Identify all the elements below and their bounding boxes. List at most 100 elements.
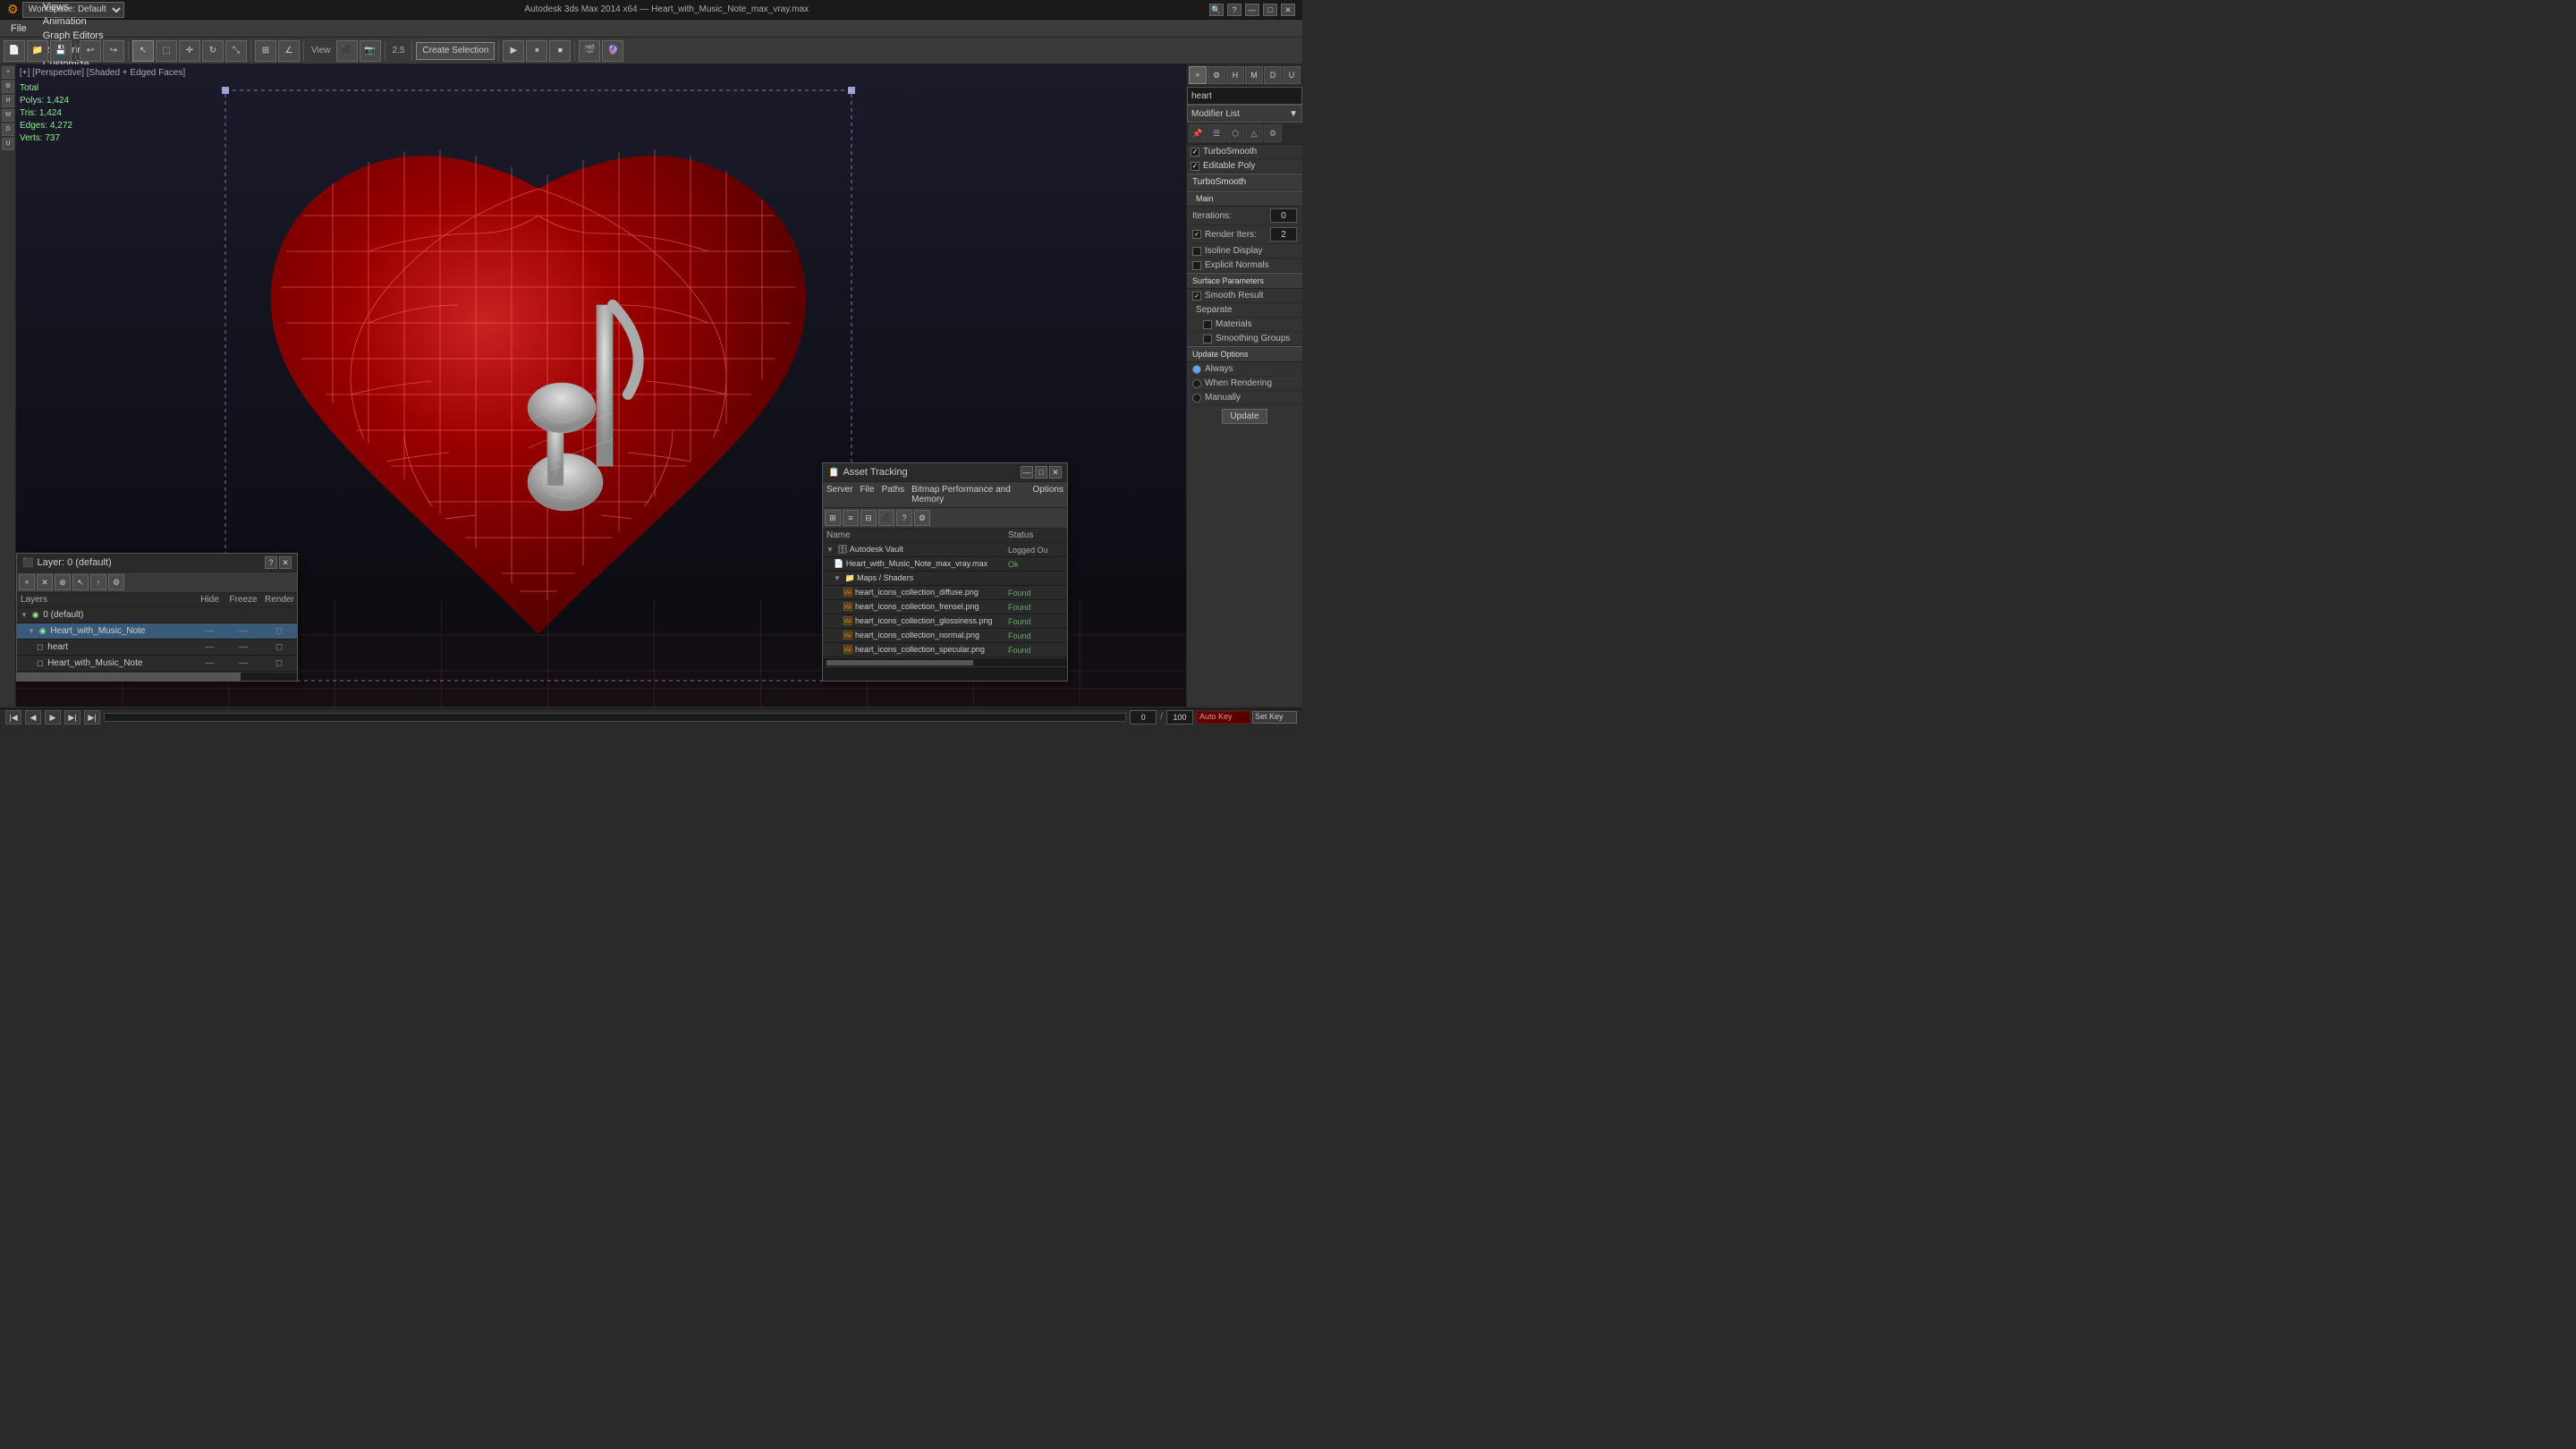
asset-row[interactable]: ▼ 📁 Maps / Shaders — [823, 572, 1067, 586]
render-iters-input[interactable] — [1270, 227, 1297, 242]
asset-row[interactable]: 🖼 heart_icons_collection_frensel.png Fou… — [823, 600, 1067, 614]
mod-icon-1[interactable]: ☰ — [1208, 124, 1225, 142]
maximize-button[interactable]: □ — [1263, 4, 1277, 16]
timeline-slider[interactable] — [104, 713, 1126, 722]
mod-icon-4[interactable]: ⚙ — [1264, 124, 1282, 142]
camera-view[interactable]: 📷 — [360, 40, 381, 62]
update-options-header[interactable]: Update Options — [1187, 346, 1302, 362]
asset-maximize-button[interactable]: □ — [1035, 466, 1047, 479]
close-button[interactable]: ✕ — [1281, 4, 1295, 16]
modify-icon[interactable]: ⚙ — [1208, 66, 1225, 84]
select-button[interactable]: ↖ — [132, 40, 154, 62]
angle-snap[interactable]: ∠ — [278, 40, 300, 62]
create-selection-button[interactable]: Create Selection — [416, 42, 495, 60]
viewport[interactable]: [+] [Perspective] [Shaded + Edged Faces]… — [16, 64, 1186, 707]
snap-toggle[interactable]: ⊞ — [255, 40, 276, 62]
scale-button[interactable]: ⤡ — [225, 40, 247, 62]
set-key-button[interactable]: Set Key — [1252, 711, 1297, 724]
undo-button[interactable]: ↩ — [80, 40, 101, 62]
asset-menu-options[interactable]: Options — [1033, 483, 1063, 506]
auto-key-button[interactable]: Auto Key — [1197, 711, 1250, 724]
surface-params-header[interactable]: Surface Parameters — [1187, 273, 1302, 289]
update-button[interactable]: Update — [1222, 409, 1267, 424]
hierarchy-tab[interactable]: H — [2, 95, 14, 107]
layer-row[interactable]: ▼ ◉ 0 (default) — [17, 607, 297, 623]
when-rendering-radio[interactable] — [1192, 379, 1201, 388]
asset-menu-server[interactable]: Server — [826, 483, 852, 506]
move-button[interactable]: ✛ — [179, 40, 200, 62]
layer-settings-button[interactable]: ⚙ — [108, 574, 124, 590]
layer-move-button[interactable]: ↑ — [90, 574, 106, 590]
layer-panel-header[interactable]: ⬛ Layer: 0 (default) ? ✕ — [17, 554, 297, 572]
material-editor[interactable]: 🔮 — [602, 40, 623, 62]
layer-close-button[interactable]: ✕ — [279, 556, 292, 569]
new-button[interactable]: 📄 — [4, 40, 25, 62]
minimize-button[interactable]: — — [1245, 4, 1259, 16]
asset-tool-2[interactable]: ≡ — [843, 510, 859, 526]
stop-button[interactable]: ⏹ — [549, 40, 571, 62]
prev-frame-button[interactable]: ◀ — [25, 710, 41, 724]
asset-minimize-button[interactable]: — — [1021, 466, 1033, 479]
menu-views[interactable]: Views — [36, 0, 111, 14]
open-button[interactable]: 📁 — [27, 40, 48, 62]
asset-scrollbar-thumb[interactable] — [826, 660, 973, 665]
search-input[interactable] — [1187, 87, 1302, 105]
layer-scrollbar[interactable] — [17, 672, 297, 681]
layer-row[interactable]: ◻ heart — — ◻ — [17, 640, 297, 656]
smoothing-groups-checkbox[interactable] — [1203, 335, 1212, 343]
play-anim-button[interactable]: ▶ — [45, 710, 61, 724]
layer-scrollbar-thumb[interactable] — [17, 673, 241, 681]
asset-horizontal-scrollbar[interactable] — [823, 657, 1067, 666]
manually-radio[interactable] — [1192, 394, 1201, 402]
asset-close-button[interactable]: ✕ — [1049, 466, 1062, 479]
pin-icon[interactable]: 📌 — [1189, 124, 1207, 142]
modifier-turbosmooth[interactable]: TurboSmooth — [1187, 145, 1302, 159]
asset-menu-file[interactable]: File — [860, 483, 874, 506]
redo-button[interactable]: ↪ — [103, 40, 124, 62]
render-button[interactable]: 🎬 — [579, 40, 600, 62]
display-tab[interactable]: D — [2, 123, 14, 136]
frame-input[interactable] — [1130, 710, 1157, 724]
motion-tab[interactable]: M — [2, 109, 14, 122]
mod-icon-2[interactable]: ⬡ — [1226, 124, 1244, 142]
turbosmooth-checkbox[interactable] — [1191, 148, 1199, 157]
asset-row[interactable]: 📄 Heart_with_Music_Note_max_vray.max Ok — [823, 557, 1067, 572]
create-tab[interactable]: + — [2, 66, 14, 79]
asset-menu-bitmap[interactable]: Bitmap Performance and Memory — [911, 483, 1025, 506]
asset-row[interactable]: 🖼 heart_icons_collection_glossiness.png … — [823, 614, 1067, 629]
hierarchy-icon[interactable]: H — [1226, 66, 1244, 84]
select-region-button[interactable]: ⬚ — [156, 40, 177, 62]
pause-button[interactable]: ⏸ — [526, 40, 547, 62]
modifier-editable-poly[interactable]: Editable Poly — [1187, 159, 1302, 174]
help-icon[interactable]: ? — [1227, 4, 1241, 16]
layer-delete-button[interactable]: ✕ — [37, 574, 53, 590]
modifier-list-arrow[interactable]: ▼ — [1289, 109, 1298, 119]
layer-help-button[interactable]: ? — [265, 556, 277, 569]
layer-row[interactable]: ◻ Heart_with_Music_Note — — ◻ — [17, 656, 297, 672]
view-cube[interactable]: ⬛ — [336, 40, 358, 62]
explicit-normals-checkbox[interactable] — [1192, 261, 1201, 270]
save-button[interactable]: 💾 — [50, 40, 72, 62]
asset-tool-4[interactable]: ⬛ — [878, 510, 894, 526]
go-start-button[interactable]: |◀ — [5, 710, 21, 724]
utilities-tab[interactable]: U — [2, 138, 14, 150]
asset-menu-paths[interactable]: Paths — [882, 483, 905, 506]
modify-tab[interactable]: ⚙ — [2, 80, 14, 93]
layer-new-button[interactable]: + — [19, 574, 35, 590]
asset-tool-5[interactable]: ? — [896, 510, 912, 526]
asset-row[interactable]: 🖼 heart_icons_collection_normal.png Foun… — [823, 629, 1067, 643]
rotate-button[interactable]: ↻ — [202, 40, 224, 62]
play-button[interactable]: ▶ — [503, 40, 524, 62]
end-frame-input[interactable] — [1166, 710, 1193, 724]
always-radio[interactable] — [1192, 365, 1201, 374]
go-end-button[interactable]: ▶| — [84, 710, 100, 724]
iterations-input[interactable] — [1270, 208, 1297, 223]
asset-row[interactable]: 🖼 heart_icons_collection_diffuse.png Fou… — [823, 586, 1067, 600]
layer-add-button[interactable]: ⊕ — [55, 574, 71, 590]
asset-tool-1[interactable]: ⊞ — [825, 510, 841, 526]
turbosmooth-section-header[interactable]: TurboSmooth — [1187, 174, 1302, 191]
isoline-checkbox[interactable] — [1192, 247, 1201, 256]
render-iters-checkbox[interactable] — [1192, 230, 1201, 239]
next-frame-button[interactable]: ▶| — [64, 710, 80, 724]
layer-select-button[interactable]: ↖ — [72, 574, 89, 590]
